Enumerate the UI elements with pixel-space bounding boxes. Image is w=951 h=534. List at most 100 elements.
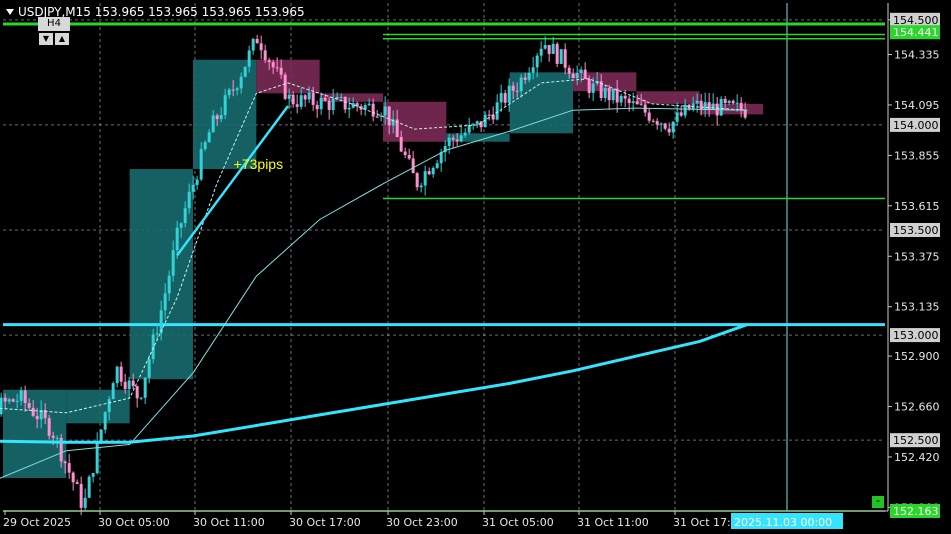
price-tick-label: 152.900	[894, 350, 940, 363]
current-time-label: 2025.11.03 00:00	[734, 516, 832, 529]
price-tick-label: 153.135	[894, 301, 940, 314]
candle-body	[179, 223, 183, 228]
candle-body	[187, 191, 191, 209]
candle-body	[383, 106, 387, 116]
candle-body	[231, 89, 235, 91]
header-menu-icon[interactable]	[6, 9, 14, 15]
candle-body	[399, 137, 403, 152]
candle-body	[727, 100, 731, 104]
price-chart[interactable]: +73pips 154.500 154.335 154.095 153.855 153.6…	[0, 0, 951, 534]
candle-body	[403, 151, 407, 156]
candle-body	[539, 48, 543, 56]
candle-body	[95, 441, 99, 474]
price-tick-label: 153.855	[894, 149, 940, 162]
candle-body	[611, 88, 615, 101]
candle-body	[83, 497, 87, 508]
price-label: 153.500	[893, 224, 939, 237]
candle-body	[243, 66, 247, 77]
candle-body	[115, 366, 119, 384]
candle-body	[551, 43, 555, 54]
candle-body	[247, 50, 251, 67]
candle-body	[739, 102, 743, 111]
candle-body	[143, 377, 147, 398]
candle-body	[211, 115, 215, 133]
candle-body	[299, 95, 303, 107]
candle-body	[743, 110, 747, 118]
candle-body	[587, 78, 591, 93]
timeframe-down-button[interactable]: ▼	[39, 33, 53, 45]
candle-body	[75, 482, 79, 484]
candle-body	[695, 100, 699, 104]
candle-body	[31, 407, 35, 416]
ma-fast-line	[0, 78, 748, 414]
candle-body	[679, 112, 683, 116]
candle-body	[407, 155, 411, 159]
candle-body	[295, 104, 299, 107]
candle-body	[103, 412, 107, 430]
candle-body	[559, 49, 563, 64]
candle-body	[475, 121, 479, 124]
candle-body	[699, 100, 703, 110]
candle-body	[191, 184, 195, 192]
candle-body	[371, 103, 375, 117]
candle-body	[571, 73, 575, 79]
candle-body	[307, 92, 311, 100]
candle-body	[511, 85, 515, 91]
candle-body	[411, 158, 415, 174]
candle-body	[343, 96, 347, 110]
candle-body	[519, 77, 523, 92]
candle-body	[227, 89, 231, 96]
candle-body	[315, 104, 319, 110]
candle-body	[575, 73, 579, 79]
trend-label: +73pips	[234, 156, 283, 172]
expand-button[interactable]: -	[872, 495, 884, 508]
candle-body	[79, 483, 83, 508]
candle-body	[507, 85, 511, 103]
candle-body	[415, 173, 419, 188]
candle-body	[235, 88, 239, 91]
candle-body	[455, 139, 459, 142]
candle-body	[23, 390, 27, 404]
candle-body	[331, 98, 335, 110]
candle-body	[223, 95, 227, 115]
candle-body	[423, 171, 427, 186]
candle-body	[731, 100, 735, 104]
h4-box	[636, 91, 700, 104]
candle-body	[0, 397, 3, 415]
timeframe-up-button[interactable]: ▲	[55, 33, 69, 45]
candle-body	[175, 227, 179, 251]
candle-body	[375, 116, 379, 118]
candle-body	[311, 92, 315, 105]
candle-body	[487, 114, 491, 116]
candle-body	[651, 120, 655, 122]
candle-body	[275, 67, 279, 69]
candle-body	[719, 98, 723, 116]
price-tick-label: 152.420	[894, 451, 940, 464]
candle-body	[7, 399, 11, 402]
candle-body	[435, 163, 439, 168]
h4-box	[129, 169, 193, 380]
price-label: 154.441	[893, 26, 939, 39]
price-label: 152.163	[893, 505, 939, 518]
price-tick-label: 153.375	[894, 250, 940, 263]
candle-body	[207, 132, 211, 143]
candle-body	[459, 135, 463, 142]
candle-body	[567, 67, 571, 74]
time-tick-label: 30 Oct 05:00	[98, 516, 170, 529]
candle-body	[523, 77, 527, 80]
candle-body	[63, 461, 67, 464]
time-tick-label: 31 Oct 11:00	[577, 516, 649, 529]
candle-body	[171, 250, 175, 276]
price-tick-label: 154.095	[894, 99, 940, 112]
candle-body	[635, 101, 639, 105]
candle-body	[527, 72, 531, 80]
candle-body	[319, 97, 323, 110]
candle-body	[555, 43, 559, 64]
price-tick-label: 153.615	[894, 200, 940, 213]
candle-body	[723, 98, 727, 104]
timeframe-label: H4	[38, 17, 70, 31]
candle-body	[607, 88, 611, 101]
candle-body	[287, 94, 291, 99]
candle-body	[107, 399, 111, 413]
candle-body	[251, 38, 255, 51]
